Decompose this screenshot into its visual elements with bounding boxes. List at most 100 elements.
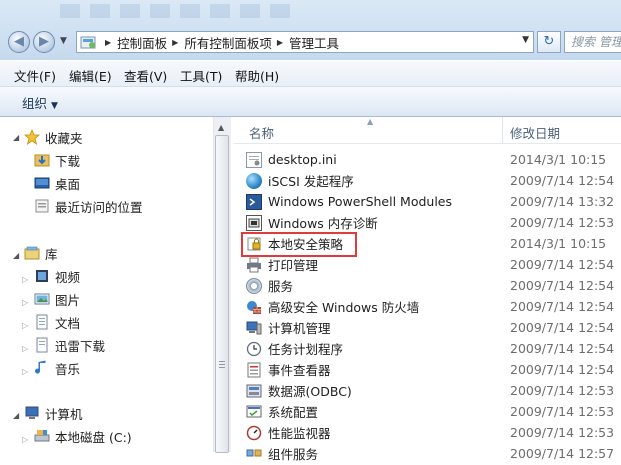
chevron-right-icon[interactable]: ▶ [105, 38, 111, 47]
nav-item-desktop[interactable]: 桌面 [34, 173, 80, 193]
collapse-computer-icon[interactable]: ◢ [13, 411, 19, 420]
nav-computer[interactable]: 计算机 [24, 403, 83, 423]
nav-libraries-label: 库 [45, 246, 58, 262]
column-header-name[interactable]: 名称 [249, 123, 274, 142]
collapse-favorites-icon[interactable]: ◢ [13, 133, 19, 142]
collapse-libraries-icon[interactable]: ◢ [13, 251, 19, 260]
menu-view[interactable]: 查看(V) [124, 66, 167, 85]
nav-item-label: 最近访问的位置 [55, 199, 143, 215]
nav-item-thunder-downloads[interactable]: 迅雷下载 [34, 335, 105, 355]
expand-videos-icon[interactable]: ▷ [22, 275, 28, 284]
search-input[interactable]: 搜索 管理工具 [564, 31, 621, 53]
nav-item-local-disk-c[interactable]: 本地磁盘 (C:) [34, 426, 132, 446]
desktop-icon [34, 175, 50, 191]
address-dropdown-icon[interactable]: ▼ [522, 35, 529, 45]
scrollbar-thumb[interactable] [215, 135, 229, 453]
downloads-folder-icon [34, 152, 50, 168]
video-library-icon [34, 268, 50, 284]
navigation-scrollbar[interactable]: ▲ [213, 117, 231, 453]
file-row[interactable]: 服务 2009/7/14 12:54 [246, 275, 621, 296]
file-row[interactable]: 系统配置 2009/7/14 12:53 [246, 401, 621, 422]
navigation-pane: ◢ 收藏夹 下载 桌面 最近访问的位置 ◢ 库 ▷ 视频 ▷ 图片 ▷ 文档 ▷… [0, 117, 231, 452]
nav-item-label: 音乐 [55, 361, 81, 377]
file-row[interactable]: 事件查看器 2009/7/14 12:54 [246, 359, 621, 380]
menu-edit[interactable]: 编辑(E) [69, 66, 112, 85]
breadcrumb-item-admin-tools[interactable]: 管理工具 [289, 33, 339, 52]
event-viewer-icon [246, 362, 262, 378]
nav-item-downloads[interactable]: 下载 [34, 150, 80, 170]
local-disk-icon [34, 428, 50, 444]
column-divider[interactable] [502, 117, 503, 143]
chevron-right-icon[interactable]: ▶ [172, 38, 178, 47]
computer-management-icon [246, 320, 262, 336]
recent-pages-dropdown[interactable]: ▼ [60, 36, 67, 46]
expand-music-icon[interactable]: ▷ [22, 367, 28, 376]
scrollbar-grip [219, 361, 225, 369]
organize-button[interactable]: 组织 ▼ [22, 93, 58, 112]
file-row[interactable]: 组件服务 2009/7/14 12:57 [246, 443, 621, 464]
nav-libraries[interactable]: 库 [24, 243, 58, 263]
menu-file[interactable]: 文件(F) [14, 66, 56, 85]
file-date: 2009/7/14 12:54 [510, 362, 615, 377]
expand-thunder-downloads-icon[interactable]: ▷ [22, 344, 28, 353]
file-name: 数据源(ODBC) [268, 384, 352, 399]
file-row[interactable]: 数据源(ODBC) 2009/7/14 12:53 [246, 380, 621, 401]
nav-item-label: 桌面 [55, 176, 81, 192]
column-header: ▲ 名称 修改日期 [234, 117, 621, 144]
nav-item-music[interactable]: 音乐 [34, 358, 80, 378]
documents-library-icon [34, 314, 50, 330]
nav-item-label: 迅雷下载 [55, 338, 106, 354]
file-date: 2009/7/14 12:54 [510, 278, 615, 293]
file-name: 任务计划程序 [268, 342, 344, 357]
nav-favorites[interactable]: 收藏夹 [23, 127, 83, 147]
file-list-pane: ▲ 名称 修改日期 desktop.ini 2014/3/1 10:15 iSC… [234, 117, 621, 462]
file-row[interactable]: 计算机管理 2009/7/14 12:54 [246, 317, 621, 338]
control-panel-icon [80, 34, 98, 50]
file-row[interactable]: iSCSI 发起程序 2009/7/14 12:54 [246, 170, 621, 191]
file-row[interactable]: Windows 内存诊断 2009/7/14 12:53 [246, 212, 621, 233]
breadcrumb-item-all-items[interactable]: 所有控制面板项 [184, 33, 272, 52]
column-header-modified[interactable]: 修改日期 [510, 123, 560, 142]
scroll-up-icon[interactable]: ▲ [218, 123, 224, 132]
file-row[interactable]: Windows PowerShell Modules 2009/7/14 13:… [246, 191, 621, 212]
file-name: Windows 内存诊断 [268, 216, 378, 231]
file-date: 2009/7/14 12:54 [510, 341, 615, 356]
music-library-icon [34, 360, 50, 376]
nav-item-recent-places[interactable]: 最近访问的位置 [34, 196, 143, 216]
nav-item-label: 图片 [55, 292, 81, 308]
nav-item-label: 文档 [55, 315, 81, 331]
menu-tools[interactable]: 工具(T) [180, 66, 222, 85]
file-name: 性能监视器 [268, 426, 331, 441]
file-date: 2009/7/14 12:53 [510, 215, 615, 230]
system-config-icon [246, 404, 262, 420]
menu-bar: 文件(F) 编辑(E) 查看(V) 工具(T) 帮助(H) [0, 61, 621, 87]
expand-local-disk-icon[interactable]: ▷ [22, 435, 28, 444]
address-bar[interactable]: ▶ 控制面板 ▶ 所有控制面板项 ▶ 管理工具 ▼ [76, 31, 534, 53]
expand-documents-icon[interactable]: ▷ [22, 321, 28, 330]
menu-help[interactable]: 帮助(H) [235, 66, 279, 85]
computer-icon [24, 405, 40, 421]
file-date: 2009/7/14 12:54 [510, 320, 615, 335]
refresh-button[interactable]: ↻ [537, 31, 561, 53]
breadcrumb-item-control-panel[interactable]: 控制面板 [117, 33, 167, 52]
file-row[interactable]: 任务计划程序 2009/7/14 12:54 [246, 338, 621, 359]
back-button[interactable]: ◀ [8, 31, 30, 53]
nav-item-videos[interactable]: 视频 [34, 266, 80, 286]
nav-item-pictures[interactable]: 图片 [34, 289, 80, 309]
ini-file-icon [246, 151, 262, 168]
chevron-down-icon: ▼ [51, 101, 58, 111]
expand-pictures-icon[interactable]: ▷ [22, 298, 28, 307]
recent-places-icon [34, 198, 50, 214]
nav-item-documents[interactable]: 文档 [34, 312, 80, 332]
organize-label: 组织 [22, 96, 48, 111]
chevron-right-icon[interactable]: ▶ [277, 38, 283, 47]
file-row[interactable]: 打印管理 2009/7/14 12:54 [246, 254, 621, 275]
print-management-icon [246, 257, 262, 273]
nav-favorites-label: 收藏夹 [45, 130, 83, 146]
forward-button[interactable]: ▶ [33, 31, 55, 53]
file-date: 2009/7/14 12:54 [510, 173, 615, 188]
file-row[interactable]: desktop.ini 2014/3/1 10:15 [246, 149, 621, 170]
file-row[interactable]: 高级安全 Windows 防火墙 2009/7/14 12:54 [246, 296, 621, 317]
file-name: 计算机管理 [268, 321, 331, 336]
file-row[interactable]: 性能监视器 2009/7/14 12:53 [246, 422, 621, 443]
